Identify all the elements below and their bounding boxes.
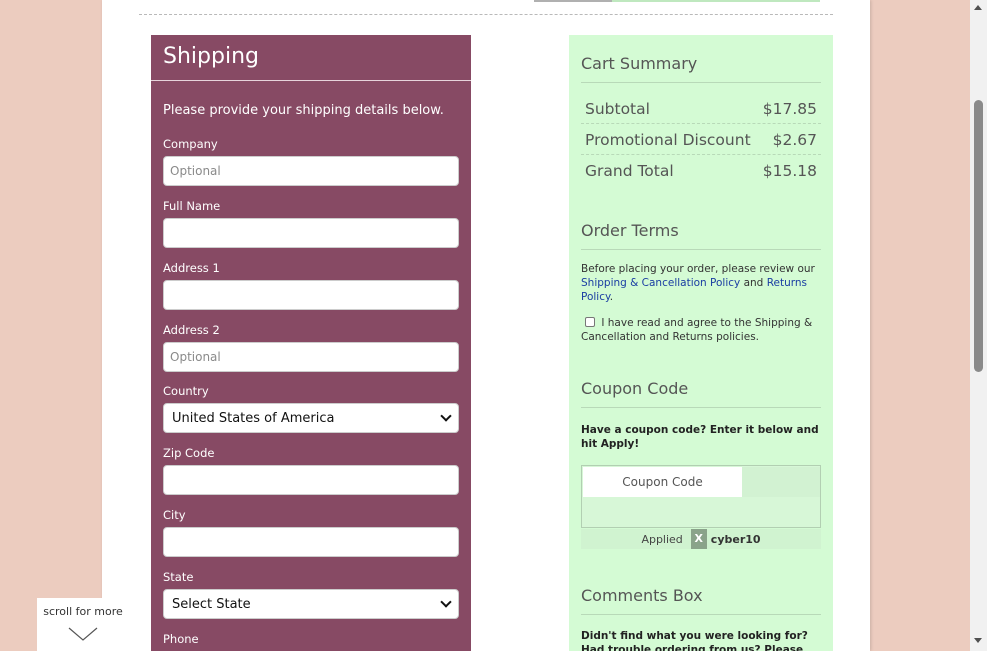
state-select[interactable]: Select State [163, 589, 459, 619]
scrollbar-thumb[interactable] [974, 100, 983, 372]
full-name-input[interactable] [163, 218, 459, 248]
summary-value: $2.67 [772, 130, 817, 149]
country-label: Country [163, 384, 209, 398]
order-terms-text: Before placing your order, please review… [581, 262, 821, 304]
zip-input[interactable] [163, 465, 459, 495]
full-name-label: Full Name [163, 199, 221, 213]
address1-input[interactable] [163, 280, 459, 310]
scroll-hint-text: scroll for more [43, 605, 123, 618]
order-terms-and: and [743, 277, 764, 289]
scroll-down-icon[interactable] [974, 638, 982, 643]
shipping-intro: Please provide your shipping details bel… [163, 103, 444, 118]
remove-coupon-button[interactable]: X [690, 529, 707, 549]
scroll-up-icon[interactable] [974, 5, 982, 10]
shipping-title: Shipping [163, 44, 259, 69]
agree-text: I have read and agree to the Shipping & … [581, 317, 813, 343]
top-tab-edge-green [612, 0, 820, 2]
applied-coupon: Applied X cyber10 [581, 529, 821, 549]
checkout-page: Shipping Please provide your shipping de… [102, 0, 870, 651]
zip-label: Zip Code [163, 446, 215, 460]
comments-title: Comments Box [581, 586, 703, 605]
state-label: State [163, 570, 194, 584]
summary-row-discount: Promotional Discount $2.67 [581, 125, 821, 155]
coupon-prompt: Have a coupon code? Enter it below and h… [581, 424, 819, 450]
state-select-value: Select State [172, 596, 251, 612]
country-select-value: United States of America [172, 410, 335, 426]
phone-label: Phone [163, 632, 199, 646]
chevron-down-icon [440, 410, 452, 422]
order-terms-intro: Before placing your order, please review… [581, 263, 815, 275]
scroll-for-more-hint[interactable]: scroll for more [37, 598, 129, 651]
top-divider [139, 14, 833, 15]
city-input[interactable] [163, 527, 459, 557]
address1-label: Address 1 [163, 261, 220, 275]
company-label: Company [163, 137, 218, 151]
summary-value: $17.85 [762, 99, 817, 118]
apply-coupon-button[interactable] [742, 467, 820, 497]
top-tab-edge [534, 0, 612, 2]
chevron-down-icon [68, 627, 98, 641]
order-terms-title: Order Terms [581, 221, 679, 240]
applied-label: Applied [641, 532, 683, 546]
address2-input[interactable] [163, 342, 459, 372]
applied-coupon-code: cyber10 [710, 532, 761, 546]
order-sidebar: Cart Summary Subtotal $17.85 Promotional… [569, 35, 833, 651]
summary-label: Promotional Discount [585, 130, 751, 149]
order-terms-rule [581, 249, 821, 250]
shipping-title-rule [151, 80, 471, 81]
coupon-form: Coupon Code [581, 465, 821, 528]
summary-row-grand-total: Grand Total $15.18 [581, 156, 821, 186]
city-label: City [163, 508, 186, 522]
coupon-input[interactable]: Coupon Code [583, 467, 742, 497]
comments-rule [581, 614, 821, 615]
cart-summary-rule [581, 82, 821, 83]
coupon-title: Coupon Code [581, 379, 689, 398]
agree-checkbox[interactable] [585, 317, 595, 327]
chevron-down-icon [440, 596, 452, 608]
summary-label: Grand Total [585, 162, 674, 180]
summary-value: $15.18 [762, 162, 817, 180]
company-input[interactable] [163, 156, 459, 186]
coupon-rule [581, 407, 821, 408]
shipping-policy-link[interactable]: Shipping & Cancellation Policy [581, 277, 740, 289]
order-terms-period: . [609, 291, 614, 303]
summary-label: Subtotal [585, 99, 650, 118]
shipping-panel: Shipping Please provide your shipping de… [151, 35, 471, 651]
address2-label: Address 2 [163, 323, 220, 337]
summary-row-subtotal: Subtotal $17.85 [581, 94, 821, 124]
page-scrollbar[interactable] [970, 0, 987, 651]
country-select[interactable]: United States of America [163, 403, 459, 433]
cart-summary-title: Cart Summary [581, 54, 698, 73]
agree-row: I have read and agree to the Shipping & … [581, 316, 821, 344]
comments-prompt: Didn't find what you were looking for? H… [581, 630, 808, 651]
